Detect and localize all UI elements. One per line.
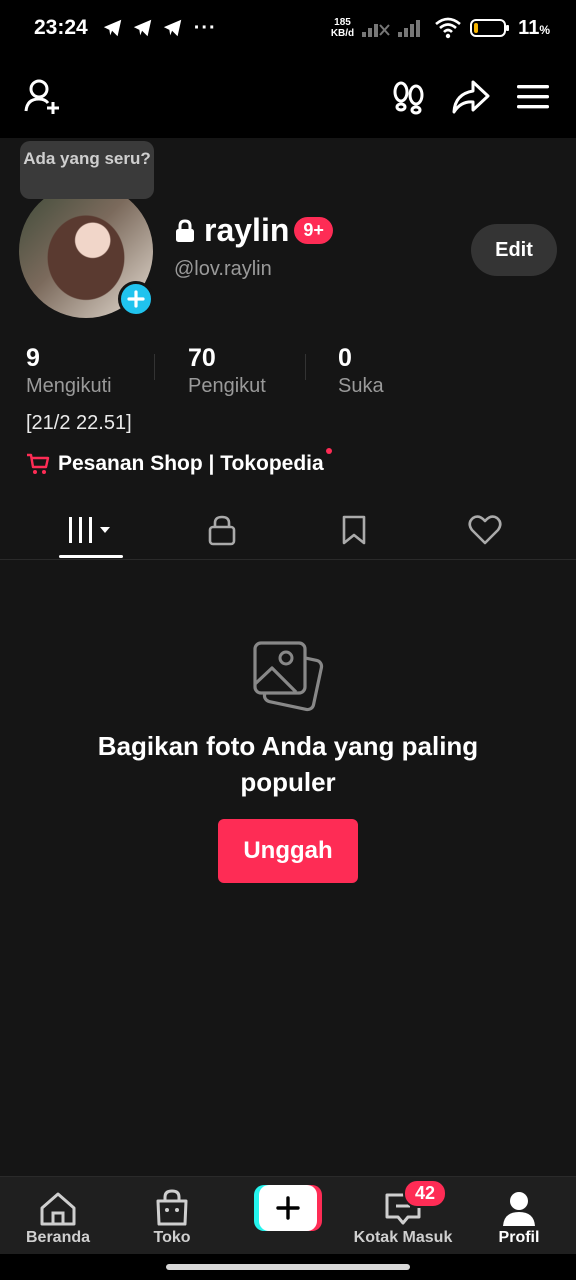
profile-stats: 9 Mengikuti 70 Pengikut 0 Suka <box>26 344 446 404</box>
photos-icon <box>252 640 324 717</box>
menu-button[interactable] <box>512 76 554 118</box>
nav-shop[interactable]: Toko <box>128 1177 216 1255</box>
active-tab-indicator <box>59 555 123 558</box>
status-time: 23:24 <box>34 16 88 39</box>
plus-icon <box>127 290 145 308</box>
profile-top-bar <box>0 56 576 138</box>
stat-divider <box>154 354 155 380</box>
telegram-icon <box>103 19 121 37</box>
create-button-face <box>259 1185 317 1231</box>
signal-icon <box>362 24 390 37</box>
net-speed-unit: KB/d <box>330 28 355 39</box>
net-speed-value: 185 <box>334 17 351 28</box>
avatar-add-button[interactable] <box>118 281 154 317</box>
battery-icon <box>470 19 510 37</box>
edit-profile-button[interactable]: Edit <box>471 224 557 276</box>
share-icon <box>452 80 490 114</box>
bottom-navigation: Beranda Toko Kotak Masuk Profil <box>0 1176 576 1254</box>
nav-home[interactable]: Beranda <box>14 1177 102 1255</box>
home-icon <box>40 1192 76 1226</box>
status-right: 185 KB/d 11% <box>331 17 550 40</box>
battery-percent: 11% <box>518 17 550 40</box>
create-plus-icon <box>276 1196 300 1220</box>
stat-value: 0 <box>338 344 352 372</box>
tab-saved[interactable] <box>322 500 386 560</box>
nav-label: Profil <box>498 1229 540 1246</box>
battery-percent-unit: % <box>539 22 550 37</box>
stat-label: Suka <box>338 375 384 397</box>
user-handle: @lov.raylin <box>174 258 272 280</box>
stat-likes[interactable]: 0 Suka <box>338 344 384 398</box>
tab-liked[interactable] <box>453 500 517 560</box>
profile-icon <box>503 1192 535 1226</box>
add-friend-button[interactable] <box>22 76 64 118</box>
content-tabs <box>0 500 576 560</box>
nav-label: Toko <box>153 1229 191 1246</box>
nav-label: Beranda <box>25 1229 91 1246</box>
net-speed: 185 KB/d <box>331 17 354 39</box>
stat-value: 9 <box>26 344 40 372</box>
stat-label: Mengikuti <box>26 375 112 397</box>
stat-following[interactable]: 9 Mengikuti <box>26 344 112 398</box>
inbox-badge: 42 <box>403 1179 448 1208</box>
signal-icon <box>398 20 421 37</box>
stat-label: Pengikut <box>188 375 266 397</box>
shop-label: Pesanan Shop | Tokopedia <box>58 452 324 475</box>
more-notifications-indicator: ··· <box>193 16 217 39</box>
shop-notification-dot <box>325 448 332 454</box>
heart-icon <box>468 515 502 545</box>
nav-label: Kotak Masuk <box>353 1229 453 1246</box>
create-button[interactable] <box>254 1185 322 1231</box>
footprints-button[interactable] <box>388 76 430 118</box>
shopping-cart-icon <box>27 453 50 474</box>
empty-state-text: Bagikan foto Anda yang paling populer <box>97 731 479 797</box>
status-left: 23:24 ··· <box>34 16 217 40</box>
tab-private[interactable] <box>190 500 254 560</box>
wifi-icon <box>435 17 462 39</box>
profile-bio: [21/2 22.51] <box>26 412 132 434</box>
shop-bag-icon <box>156 1189 188 1226</box>
add-friend-icon <box>24 79 59 114</box>
notification-badge[interactable]: 9+ <box>294 217 333 244</box>
shop-orders-link[interactable]: Pesanan Shop | Tokopedia <box>26 448 332 476</box>
telegram-icon <box>163 19 181 37</box>
stat-divider <box>305 354 306 380</box>
videos-grid-icon <box>69 517 110 543</box>
gesture-bar[interactable] <box>166 1264 410 1270</box>
status-bar: 23:24 ··· 185 KB/d 11% <box>0 0 576 56</box>
upload-button[interactable]: Unggah <box>218 819 358 883</box>
bookmark-icon <box>342 515 366 545</box>
lock-icon <box>176 218 194 242</box>
tab-videos[interactable] <box>57 500 125 560</box>
footprints-icon <box>393 81 424 115</box>
profile-name-row: raylin 9+ <box>174 212 333 249</box>
share-profile-button[interactable] <box>450 76 492 118</box>
stat-followers[interactable]: 70 Pengikut <box>188 344 266 398</box>
lock-icon <box>208 515 236 546</box>
top-bar-actions <box>388 76 554 118</box>
shop-label-wrap: Pesanan Shop | Tokopedia <box>58 448 332 476</box>
stat-value: 70 <box>188 344 216 372</box>
battery-percent-value: 11 <box>518 16 540 39</box>
status-tooltip[interactable]: Ada yang seru? <box>20 141 154 199</box>
nav-profile[interactable]: Profil <box>480 1177 558 1255</box>
menu-icon <box>517 85 549 109</box>
telegram-icon <box>133 19 151 37</box>
username: raylin <box>204 212 290 248</box>
